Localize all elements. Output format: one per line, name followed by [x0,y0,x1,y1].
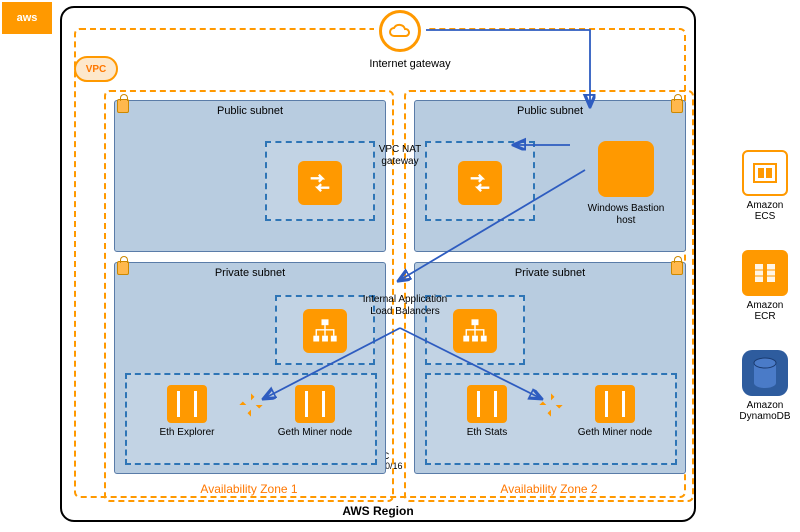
bastion-label: Windows Bastion host [587,203,665,227]
nat-gateway-icon [458,161,502,205]
lock-icon [671,99,683,113]
bastion-host: Windows Bastion host [587,141,665,241]
vpc-badge-text: VPC [86,64,107,75]
service-ecs: Amazon ECS [736,150,794,222]
load-balancer-icon [303,309,347,353]
nat-gateway-icon [298,161,342,205]
az1-lb-group [275,295,375,365]
service-dynamodb: Amazon DynamoDB [736,350,794,422]
load-balancer-icon [453,309,497,353]
aws-region-container: AWS Region VPC 10.0.0.0/16 Availability … [60,6,696,522]
autoscale-icon [237,391,265,419]
autoscale-icon [537,391,565,419]
az1-node1-label: Eth Explorer [159,427,214,438]
aws-logo: aws [2,2,52,34]
ecs-label: Amazon ECS [747,200,784,222]
bastion-icon [598,141,654,197]
az1-node2-label: Geth Miner node [278,427,353,438]
az2-node-miner: Geth Miner node [575,385,655,438]
az1-public-subnet: Public subnet [114,100,386,252]
az2-private-label: Private subnet [515,267,585,279]
az1-nat-group [265,141,375,221]
igw-label: Internet gateway [350,58,470,70]
dynamodb-icon [742,350,788,396]
az1-private-label: Private subnet [215,267,285,279]
az1-public-label: Public subnet [217,105,283,117]
vpc-badge: VPC [74,56,118,82]
container-icon [167,385,207,423]
az2-node1-label: Eth Stats [467,427,508,438]
az2-nat-group [425,141,535,221]
internet-gateway: Internet gateway [374,10,426,62]
container-icon [295,385,335,423]
vpc-container: VPC 10.0.0.0/16 Availability Zone 1 Publ… [74,28,686,498]
az2-lb-group [425,295,525,365]
region-label: AWS Region [342,504,413,518]
az2-public-label: Public subnet [517,105,583,117]
service-ecr: Amazon ECR [736,250,794,322]
aws-logo-text: aws [17,12,38,24]
ddb-label: Amazon DynamoDB [739,400,790,422]
az1-node-explorer: Eth Explorer [147,385,227,438]
container-icon [467,385,507,423]
az2-node-stats: Eth Stats [447,385,527,438]
ecs-icon [742,150,788,196]
az1-label: Availability Zone 1 [200,482,297,496]
availability-zone-1: Availability Zone 1 Public subnet Privat… [104,90,394,502]
ecr-icon [742,250,788,296]
az2-nodes-group: Eth Stats Geth Miner node [425,373,677,465]
az1-private-subnet: Private subnet Eth Explorer [114,262,386,474]
az2-node2-label: Geth Miner node [578,427,653,438]
az2-label: Availability Zone 2 [500,482,597,496]
lock-icon [117,99,129,113]
az2-public-subnet: Public subnet Windows Bastion host [414,100,686,252]
cloud-icon [379,10,421,52]
lock-icon [671,261,683,275]
availability-zone-2: Availability Zone 2 Public subnet Window… [404,90,694,502]
az2-private-subnet: Private subnet Eth Stats [414,262,686,474]
az1-nodes-group: Eth Explorer Geth Miner node [125,373,377,465]
az1-node-miner: Geth Miner node [275,385,355,438]
lock-icon [117,261,129,275]
ecr-label: Amazon ECR [747,300,784,322]
container-icon [595,385,635,423]
